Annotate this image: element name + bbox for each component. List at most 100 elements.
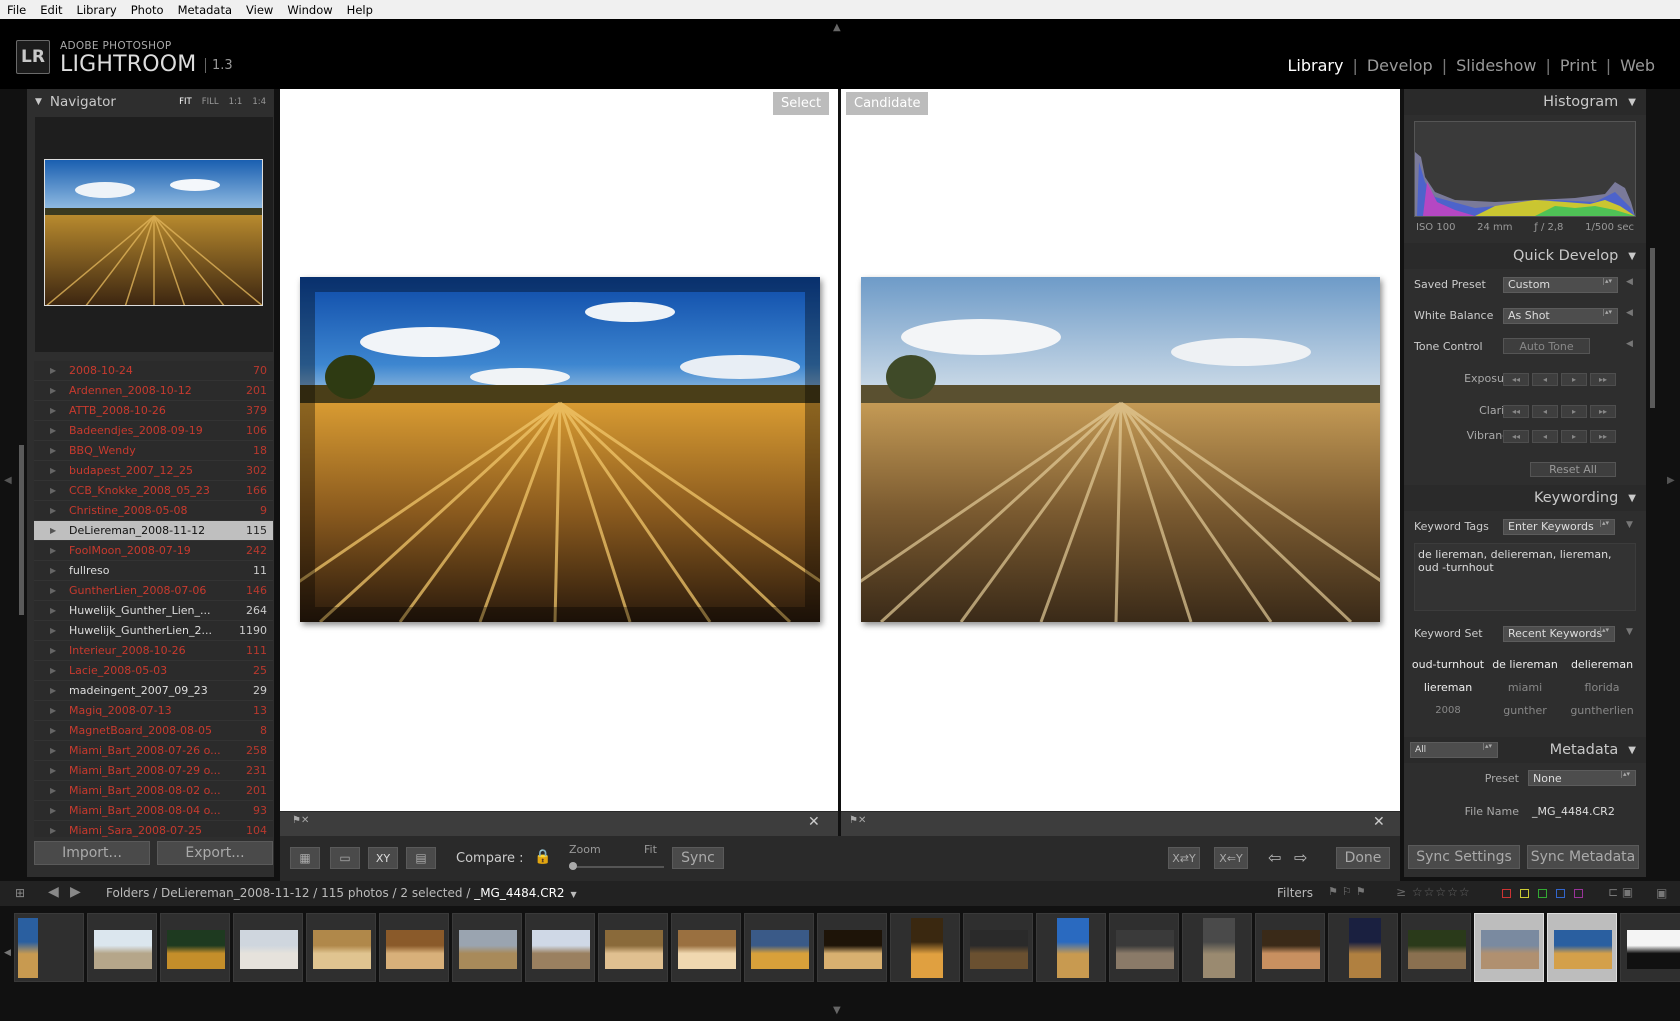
- keyword-chip[interactable]: de liereman: [1487, 653, 1563, 675]
- make-select-icon[interactable]: X⇐Y: [1214, 847, 1248, 869]
- keyword-chip[interactable]: liereman: [1410, 676, 1486, 698]
- menu-metadata[interactable]: Metadata: [178, 3, 232, 17]
- right-scrollbar[interactable]: [1650, 248, 1655, 408]
- close-candidate-icon[interactable]: ✕: [1373, 814, 1385, 830]
- histogram-graph[interactable]: [1414, 121, 1636, 217]
- grid-view-icon[interactable]: ▦: [290, 847, 320, 869]
- folder-row[interactable]: ▶ CCB_Knokke_2008_05_23 166: [34, 481, 273, 501]
- folder-row[interactable]: ▶ Huwelijk_GuntherLien_2... 1190: [34, 621, 273, 641]
- folder-row[interactable]: ▶ Ardennen_2008-10-12 201: [34, 381, 273, 401]
- keyword-chip[interactable]: deliereman: [1564, 653, 1640, 675]
- filmstrip-thumbnail[interactable]: [379, 913, 449, 982]
- exposure-up-large[interactable]: ▸▸: [1590, 373, 1616, 386]
- zoom-1-4[interactable]: 1:4: [252, 97, 266, 107]
- menu-photo[interactable]: Photo: [131, 3, 164, 17]
- keyword-chip[interactable]: gunther: [1487, 699, 1563, 721]
- menu-view[interactable]: View: [246, 3, 273, 17]
- folder-expand-icon[interactable]: ▶: [50, 366, 56, 375]
- keyword-chip[interactable]: 2008: [1410, 699, 1486, 721]
- sync-button[interactable]: Sync: [672, 847, 724, 869]
- vibrance-up-large[interactable]: ▸▸: [1590, 430, 1616, 443]
- folder-row[interactable]: ▶ Miami_Bart_2008-08-04 o... 93: [34, 801, 273, 821]
- folder-expand-icon[interactable]: ▶: [50, 746, 56, 755]
- folder-expand-icon[interactable]: ▶: [50, 446, 56, 455]
- next-arrow-icon[interactable]: ⇨: [1294, 848, 1307, 867]
- folder-expand-icon[interactable]: ▶: [50, 466, 56, 475]
- folder-row[interactable]: ▶ DeLiereman_2008-11-12 115: [34, 521, 273, 541]
- compare-view-icon[interactable]: XY: [368, 847, 398, 869]
- zoom-slider[interactable]: [569, 866, 664, 868]
- disclosure-icon[interactable]: ▼: [35, 97, 42, 107]
- filmstrip-thumbnail[interactable]: [14, 913, 84, 982]
- saved-preset-dropdown[interactable]: Custom: [1503, 276, 1618, 293]
- folder-expand-icon[interactable]: ▶: [50, 546, 56, 555]
- left-scrollbar[interactable]: [19, 445, 24, 615]
- filmstrip-thumbnail[interactable]: [1182, 913, 1252, 982]
- folder-row[interactable]: ▶ 2008-10-24 70: [34, 361, 273, 381]
- forward-arrow-icon[interactable]: ▶: [70, 884, 81, 900]
- flag-filter-icons[interactable]: ⚑⚐⚑: [1328, 885, 1370, 898]
- close-select-icon[interactable]: ✕: [808, 814, 820, 830]
- clarity-up-large[interactable]: ▸▸: [1590, 405, 1616, 418]
- menu-file[interactable]: File: [7, 3, 26, 17]
- filmstrip-left-arrow-icon[interactable]: ◀: [4, 948, 11, 958]
- previous-arrow-icon[interactable]: ⇦: [1268, 848, 1281, 867]
- menu-help[interactable]: Help: [347, 3, 373, 17]
- folder-expand-icon[interactable]: ▶: [50, 786, 56, 795]
- grid-icon[interactable]: ⊞: [15, 886, 25, 900]
- collapse-top-arrow-icon[interactable]: ▲: [833, 22, 841, 33]
- filmstrip-thumbnail[interactable]: [1620, 913, 1680, 982]
- filmstrip-thumbnail[interactable]: [233, 913, 303, 982]
- folder-row[interactable]: ▶ FoolMoon_2008-07-19 242: [34, 541, 273, 561]
- filmstrip-thumbnail[interactable]: [1036, 913, 1106, 982]
- loupe-view-icon[interactable]: ▭: [330, 847, 360, 869]
- select-photo[interactable]: [300, 277, 820, 622]
- navigator-header[interactable]: ▼ Navigator FIT FILL 1:1 1:4: [27, 89, 274, 115]
- filmstrip-thumbnail[interactable]: [160, 913, 230, 982]
- folder-row[interactable]: ▶ Huwelijk_Gunther_Lien_... 264: [34, 601, 273, 621]
- folder-expand-icon[interactable]: ▶: [50, 666, 56, 675]
- keyword-chip[interactable]: miami: [1487, 676, 1563, 698]
- module-develop[interactable]: Develop: [1358, 56, 1442, 75]
- vibrance-up-small[interactable]: ▸: [1561, 430, 1587, 443]
- filmstrip-thumbnail[interactable]: [817, 913, 887, 982]
- swap-icon[interactable]: X⇄Y: [1168, 847, 1200, 869]
- filmstrip-thumbnail[interactable]: [525, 913, 595, 982]
- folder-row[interactable]: ▶ budapest_2007_12_25 302: [34, 461, 273, 481]
- done-button[interactable]: Done: [1336, 847, 1390, 869]
- exposure-down-large[interactable]: ◂◂: [1503, 373, 1529, 386]
- folder-expand-icon[interactable]: ▶: [50, 426, 56, 435]
- folder-expand-icon[interactable]: ▶: [50, 406, 56, 415]
- histogram-header[interactable]: Histogram ▼: [1404, 89, 1646, 115]
- sync-settings-button[interactable]: Sync Settings: [1408, 845, 1520, 869]
- blue-label-filter[interactable]: [1556, 889, 1565, 898]
- filmstrip-thumbnail[interactable]: [598, 913, 668, 982]
- filmstrip-thumbnail[interactable]: [1474, 913, 1544, 982]
- folder-row[interactable]: ▶ Badeendjes_2008-09-19 106: [34, 421, 273, 441]
- vibrance-down-small[interactable]: ◂: [1532, 430, 1558, 443]
- auto-tone-button[interactable]: Auto Tone: [1503, 338, 1590, 354]
- filmstrip-thumbnail[interactable]: [744, 913, 814, 982]
- keyword-chip[interactable]: oud-turnhout: [1410, 653, 1486, 675]
- folder-expand-icon[interactable]: ▶: [50, 386, 56, 395]
- folder-row[interactable]: ▶ Lacie_2008-05-03 25: [34, 661, 273, 681]
- flag-icon[interactable]: ⚑✕: [292, 815, 309, 826]
- filmstrip-thumbnail[interactable]: [1328, 913, 1398, 982]
- candidate-photo[interactable]: [861, 277, 1380, 622]
- folder-expand-icon[interactable]: ▶: [50, 626, 56, 635]
- filmstrip-thumbnail[interactable]: [890, 913, 960, 982]
- folder-expand-icon[interactable]: ▶: [50, 706, 56, 715]
- zoom-1-1[interactable]: 1:1: [229, 97, 243, 107]
- filmstrip-thumbnail[interactable]: [1547, 913, 1617, 982]
- import-button[interactable]: Import...: [34, 841, 150, 865]
- navigator-thumbnail[interactable]: [44, 159, 263, 306]
- folder-row[interactable]: ▶ Miami_Sara_2008-07-25 104: [34, 821, 273, 837]
- keyword-chip[interactable]: florida: [1564, 676, 1640, 698]
- folder-row[interactable]: ▶ GuntherLien_2008-07-06 146: [34, 581, 273, 601]
- clarity-down-small[interactable]: ◂: [1532, 405, 1558, 418]
- white-balance-dropdown[interactable]: As Shot: [1503, 307, 1618, 324]
- folder-expand-icon[interactable]: ▶: [50, 566, 56, 575]
- keyword-set-dropdown[interactable]: Recent Keywords: [1503, 625, 1615, 642]
- rating-filter-stars[interactable]: ≥ ☆☆☆☆☆: [1396, 885, 1471, 899]
- menu-window[interactable]: Window: [287, 3, 332, 17]
